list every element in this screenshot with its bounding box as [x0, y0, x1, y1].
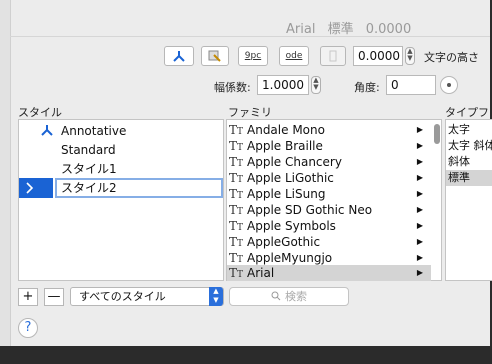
family-item[interactable]: TT Apple SD Gothic Neo ▶	[227, 202, 431, 218]
style-item-style2[interactable]: スタイル2	[19, 178, 223, 198]
family-search-input[interactable]: 検索	[229, 287, 349, 306]
family-item[interactable]: TT Apple LiGothic ▶	[227, 170, 431, 186]
family-label: Arial	[247, 266, 275, 280]
family-label: AppleMyungjo	[247, 251, 333, 265]
style-filter-value: すべてのスタイル	[79, 290, 166, 303]
preview-size: 0.0000	[365, 22, 412, 37]
family-item[interactable]: TT Apple Braille ▶	[227, 138, 431, 154]
truetype-icon: TT	[229, 266, 244, 280]
expand-triangle-icon: ▶	[416, 237, 423, 246]
expand-triangle-icon: ▶	[416, 157, 423, 166]
styles-list: Annotative Standard スタイル1 スタイル2	[18, 119, 224, 281]
expand-triangle-icon: ▶	[416, 141, 423, 150]
expand-triangle-icon: ▶	[416, 125, 423, 134]
family-item[interactable]: TT AppleGothic ▶	[227, 234, 431, 250]
style-rename-input[interactable]: スタイル2	[55, 178, 223, 198]
width-factor-label: 幅係数:	[214, 81, 251, 94]
typeface-item[interactable]: 太字	[448, 122, 470, 138]
family-item-selected[interactable]: TT Arial ▶	[227, 265, 431, 281]
selection-indicator	[19, 178, 53, 198]
expand-triangle-icon: ▶	[416, 205, 423, 214]
typeface-item[interactable]: 斜体	[448, 154, 470, 170]
search-icon	[271, 291, 281, 301]
text-height-field[interactable]: 0.0000	[353, 46, 403, 66]
annotative-toggle-button[interactable]	[164, 46, 194, 66]
family-label: Apple Symbols	[247, 219, 336, 233]
text-height-stepper[interactable]: ▲ ▼	[405, 47, 415, 65]
family-label: Apple SD Gothic Neo	[247, 203, 373, 217]
families-list: TT Andale Mono ▶ TT Apple Braille ▶ TT Apple …	[226, 119, 442, 281]
typefaces-list: 太字 太字 斜体 斜体 標準	[445, 119, 492, 281]
style-item-annotative[interactable]: Annotative	[19, 122, 223, 140]
vertical-text-icon	[329, 50, 337, 62]
typeface-item[interactable]: 太字 斜体	[448, 138, 492, 154]
angle-label: 角度:	[354, 81, 380, 94]
upside-down-label: ode	[285, 51, 303, 61]
dial-dot-icon	[447, 83, 451, 87]
styles-header: スタイル	[18, 106, 62, 119]
help-button[interactable]: ?	[18, 318, 38, 338]
family-label: Apple Chancery	[247, 155, 342, 169]
chevron-right-icon	[26, 182, 34, 194]
families-scrollbar[interactable]	[434, 124, 440, 144]
orientation-icon	[208, 50, 221, 62]
upside-down-button[interactable]: ode	[279, 46, 309, 66]
families-header: ファミリ	[228, 106, 272, 119]
vertical-text-button[interactable]	[320, 46, 346, 66]
divider	[10, 36, 490, 37]
family-item[interactable]: TT AppleMyungjo ▶	[227, 250, 431, 266]
add-style-button[interactable]: +	[18, 288, 38, 306]
popup-arrows-icon: ▲ ▼	[209, 287, 223, 306]
angle-dial[interactable]	[440, 76, 458, 94]
annotative-icon	[173, 51, 185, 62]
panel-edge	[0, 0, 11, 346]
style-item-label: Standard	[61, 143, 116, 157]
style-item-label: スタイル1	[61, 162, 117, 176]
text-height-label: 文字の高さ	[424, 51, 479, 64]
spacing-label: 9pc	[244, 51, 262, 61]
family-label: AppleGothic	[247, 235, 321, 249]
preview-style: 標準	[327, 22, 354, 37]
family-label: Apple LiGothic	[247, 171, 334, 185]
family-label: Andale Mono	[247, 123, 325, 137]
family-item[interactable]: TT Apple Symbols ▶	[227, 218, 431, 234]
annotative-icon	[41, 125, 53, 136]
typeface-item-selected[interactable]: 標準	[446, 170, 492, 186]
expand-triangle-icon: ▶	[416, 189, 423, 198]
text-style-panel: Arial 標準 0.0000 9pc ode 0.0000 ▲ ▼ 文字の高さ …	[0, 0, 492, 346]
remove-style-button[interactable]: —	[44, 288, 64, 306]
family-item[interactable]: TT Apple LiSung ▶	[227, 186, 431, 202]
expand-triangle-icon: ▶	[416, 253, 423, 262]
search-placeholder: 検索	[285, 290, 307, 303]
family-label: Apple Braille	[247, 139, 323, 153]
font-preview: Arial 標準 0.0000	[286, 18, 419, 37]
expand-triangle-icon: ▶	[416, 268, 423, 277]
preview-font: Arial	[286, 22, 316, 37]
family-label: Apple LiSung	[247, 187, 326, 201]
spacing-button[interactable]: 9pc	[238, 46, 268, 66]
style-filter-select[interactable]: すべてのスタイル ▲ ▼	[70, 287, 224, 306]
width-factor-stepper[interactable]: ▲ ▼	[311, 76, 321, 94]
family-item[interactable]: TT Apple Chancery ▶	[227, 154, 431, 170]
family-item[interactable]: TT Andale Mono ▶	[227, 122, 431, 138]
width-factor-field[interactable]: 1.0000	[257, 75, 309, 95]
expand-triangle-icon: ▶	[416, 173, 423, 182]
style-item-standard[interactable]: Standard	[19, 141, 223, 159]
expand-triangle-icon: ▶	[416, 221, 423, 230]
match-orientation-button[interactable]	[201, 46, 229, 66]
style-item-label: Annotative	[61, 124, 127, 138]
angle-field[interactable]: 0	[386, 75, 436, 95]
style-item-style1[interactable]: スタイル1	[19, 160, 223, 178]
